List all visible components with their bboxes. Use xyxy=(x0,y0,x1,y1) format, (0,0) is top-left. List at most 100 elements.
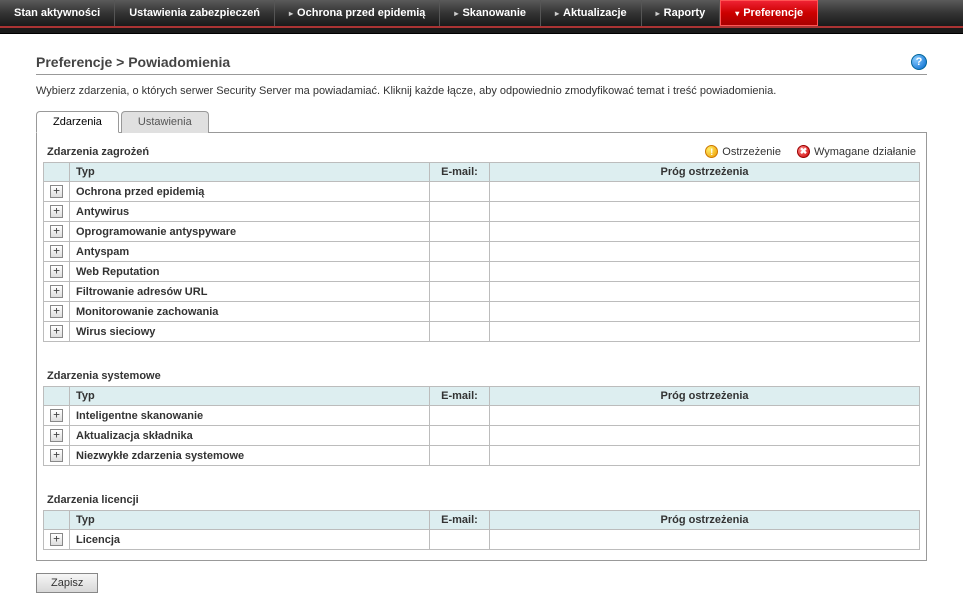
row-threshold-cell xyxy=(490,302,920,322)
row-email-cell xyxy=(430,446,490,466)
tab-1[interactable]: Ustawienia xyxy=(121,111,209,133)
col-threshold: Próg ostrzeżenia xyxy=(490,511,920,530)
nav-item-6[interactable]: ▾Preferencje xyxy=(720,0,818,26)
nav-item-4[interactable]: ▸ Aktualizacje xyxy=(541,0,642,26)
row-threshold-cell xyxy=(490,222,920,242)
table-row: + Filtrowanie adresów URL xyxy=(44,282,920,302)
row-type-label[interactable]: Oprogramowanie antyspyware xyxy=(70,222,430,242)
row-threshold-cell xyxy=(490,406,920,426)
row-email-cell xyxy=(430,322,490,342)
row-type-label[interactable]: Antywirus xyxy=(70,202,430,222)
nav-item-0[interactable]: Stan aktywności xyxy=(0,0,115,26)
page-instruction: Wybierz zdarzenia, o których serwer Secu… xyxy=(36,85,927,97)
table-row: + Niezwykłe zdarzenia systemowe xyxy=(44,446,920,466)
section-title: Zdarzenia licencji xyxy=(47,494,139,506)
row-email-cell xyxy=(430,302,490,322)
nav-item-5[interactable]: ▸Raporty xyxy=(642,0,721,26)
error-icon: ✖ xyxy=(797,145,810,158)
nav-item-label: Aktualizacje xyxy=(563,7,627,19)
expand-icon[interactable]: + xyxy=(50,185,63,198)
expand-icon[interactable]: + xyxy=(50,265,63,278)
table-row: + Wirus sieciowy xyxy=(44,322,920,342)
col-email: E-mail: xyxy=(430,163,490,182)
row-email-cell xyxy=(430,530,490,550)
chevron-right-icon: ▸ xyxy=(555,9,559,18)
row-type-label[interactable]: Inteligentne skanowanie xyxy=(70,406,430,426)
row-type-label[interactable]: Wirus sieciowy xyxy=(70,322,430,342)
expand-icon[interactable]: + xyxy=(50,449,63,462)
events-table-2: TypE-mail:Próg ostrzeżenia + Licencja xyxy=(43,510,920,550)
content-area: Preferencje > Powiadomienia ? Wybierz zd… xyxy=(0,34,963,613)
save-button[interactable]: Zapisz xyxy=(36,573,98,593)
expand-icon[interactable]: + xyxy=(50,325,63,338)
row-email-cell xyxy=(430,222,490,242)
table-row: + Aktualizacja składnika xyxy=(44,426,920,446)
panel-events: Zdarzenia zagrożeń! Ostrzeżenie ✖ Wymagane … xyxy=(36,132,927,561)
expand-icon[interactable]: + xyxy=(50,245,63,258)
row-threshold-cell xyxy=(490,446,920,466)
col-type: Typ xyxy=(70,163,430,182)
table-row: + Antyspam xyxy=(44,242,920,262)
row-type-label[interactable]: Monitorowanie zachowania xyxy=(70,302,430,322)
row-type-label[interactable]: Aktualizacja składnika xyxy=(70,426,430,446)
col-threshold: Próg ostrzeżenia xyxy=(490,387,920,406)
row-threshold-cell xyxy=(490,322,920,342)
row-threshold-cell xyxy=(490,202,920,222)
row-type-label[interactable]: Web Reputation xyxy=(70,262,430,282)
row-email-cell xyxy=(430,242,490,262)
tab-strip: ZdarzeniaUstawienia xyxy=(36,111,927,133)
warning-icon: ! xyxy=(705,145,718,158)
nav-item-2[interactable]: ▸ Ochrona przed epidemią xyxy=(275,0,440,26)
expand-icon[interactable]: + xyxy=(50,533,63,546)
expand-icon[interactable]: + xyxy=(50,429,63,442)
legend-action: ✖ Wymagane działanie xyxy=(797,145,916,158)
row-type-label[interactable]: Niezwykłe zdarzenia systemowe xyxy=(70,446,430,466)
table-row: + Monitorowanie zachowania xyxy=(44,302,920,322)
legend-warning-label: Ostrzeżenie xyxy=(722,146,781,158)
nav-item-label: Stan aktywności xyxy=(14,7,100,19)
row-email-cell xyxy=(430,202,490,222)
table-row: + Oprogramowanie antyspyware xyxy=(44,222,920,242)
tab-0[interactable]: Zdarzenia xyxy=(36,111,119,133)
table-row: + Antywirus xyxy=(44,202,920,222)
col-type: Typ xyxy=(70,387,430,406)
events-table-0: TypE-mail:Próg ostrzeżenia+Ochrona przed… xyxy=(43,162,920,342)
section-title: Zdarzenia systemowe xyxy=(47,370,161,382)
section-gap xyxy=(43,342,920,364)
table-row: + Licencja xyxy=(44,530,920,550)
legend: ! Ostrzeżenie ✖ Wymagane działanie xyxy=(705,145,916,158)
nav-item-1[interactable]: Ustawienia zabezpieczeń xyxy=(115,0,275,26)
section-header-1: Zdarzenia systemowe xyxy=(43,364,920,386)
expand-icon[interactable]: + xyxy=(50,285,63,298)
top-navbar: Stan aktywności Ustawienia zabezpieczeń ▸ O… xyxy=(0,0,963,28)
col-email: E-mail: xyxy=(430,511,490,530)
legend-warning: ! Ostrzeżenie xyxy=(705,145,781,158)
row-type-label[interactable]: Licencja xyxy=(70,530,430,550)
col-email: E-mail: xyxy=(430,387,490,406)
section-header-2: Zdarzenia licencji xyxy=(43,488,920,510)
help-icon[interactable]: ? xyxy=(911,54,927,70)
nav-item-3[interactable]: ▸Skanowanie xyxy=(440,0,541,26)
expand-icon[interactable]: + xyxy=(50,305,63,318)
row-email-cell xyxy=(430,426,490,446)
chevron-right-icon: ▸ xyxy=(289,9,293,18)
expand-icon[interactable]: + xyxy=(50,225,63,238)
section-title: Zdarzenia zagrożeń xyxy=(47,146,149,158)
col-expand xyxy=(44,387,70,406)
row-threshold-cell xyxy=(490,182,920,202)
section-header-0: Zdarzenia zagrożeń! Ostrzeżenie ✖ Wymagane … xyxy=(43,139,920,162)
row-email-cell xyxy=(430,406,490,426)
table-row: + Inteligentne skanowanie xyxy=(44,406,920,426)
nav-item-label: Ochrona przed epidemią xyxy=(297,7,425,19)
row-type-label[interactable]: Antyspam xyxy=(70,242,430,262)
breadcrumb-row: Preferencje > Powiadomienia ? xyxy=(36,54,927,75)
row-type-label[interactable]: Ochrona przed epidemią xyxy=(70,182,430,202)
expand-icon[interactable]: + xyxy=(50,409,63,422)
row-email-cell xyxy=(430,182,490,202)
legend-action-label: Wymagane działanie xyxy=(814,146,916,158)
events-table-1: TypE-mail:Próg ostrzeżenia + Inteligentne … xyxy=(43,386,920,466)
col-type: Typ xyxy=(70,511,430,530)
row-type-label[interactable]: Filtrowanie adresów URL xyxy=(70,282,430,302)
expand-icon[interactable]: + xyxy=(50,205,63,218)
col-expand xyxy=(44,163,70,182)
